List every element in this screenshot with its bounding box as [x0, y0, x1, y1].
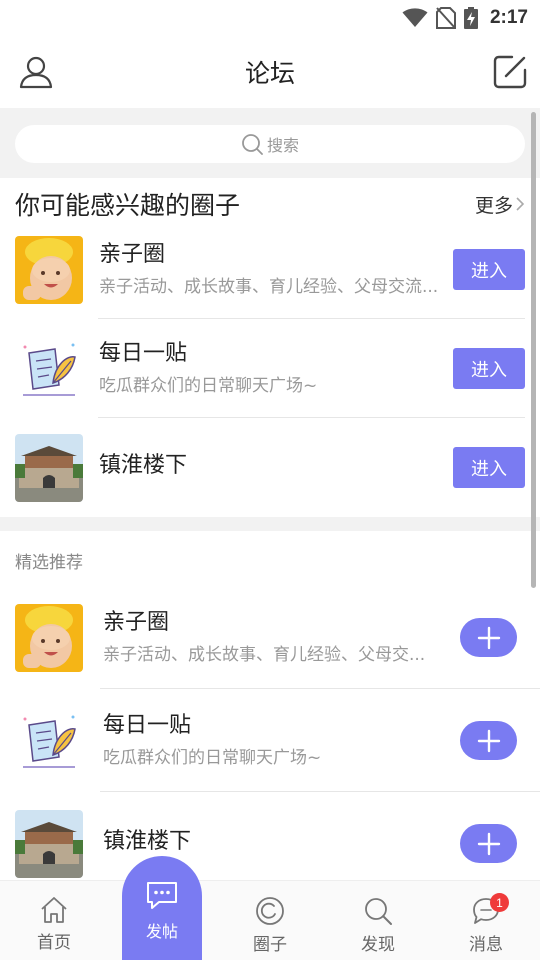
join-button[interactable]	[460, 721, 517, 760]
nav-messages[interactable]: 消息 1	[432, 881, 540, 960]
section-title: 你可能感兴趣的圈子	[15, 191, 241, 220]
scrollbar[interactable]	[531, 112, 536, 588]
scroll-feather-thumbnail	[15, 706, 83, 775]
circle-name: 每日一贴	[99, 340, 188, 366]
nav-circles[interactable]: 圈子	[216, 881, 324, 960]
more-label: 更多	[474, 194, 513, 217]
baby-thumbnail	[15, 603, 83, 672]
circle-info: 镇淮楼下	[99, 451, 449, 485]
circle-info: 镇淮楼下	[103, 827, 448, 861]
chevron-right-icon	[516, 197, 525, 211]
enter-button[interactable]: 进入	[453, 249, 525, 290]
join-button[interactable]	[460, 824, 517, 863]
nav-post-button[interactable]: 发帖	[122, 856, 202, 960]
user-icon	[19, 56, 53, 89]
nav-label: 消息	[469, 935, 503, 955]
nav-label: 发帖	[145, 922, 178, 941]
nav-home[interactable]: 首页	[0, 881, 108, 960]
circle-info: 亲子圈 亲子活动、成长故事、育儿经验、父母交流...	[99, 240, 449, 300]
circle-description: 亲子活动、成长故事、育儿经验、父母交流...	[99, 276, 439, 297]
status-time: 2:17	[489, 7, 528, 28]
status-bar: 2:17	[0, 0, 540, 36]
search-placeholder: 搜索	[266, 136, 299, 155]
circle-description: 亲子活动、成长故事、育儿经验、父母交...	[103, 644, 426, 665]
home-icon	[41, 897, 67, 923]
no-sim-icon	[435, 7, 456, 29]
tower-thumbnail	[15, 809, 83, 878]
search-input[interactable]: 搜索	[15, 125, 525, 163]
battery-charging-icon	[463, 7, 478, 29]
interest-circle-list: 亲子圈 亲子活动、成长故事、育儿经验、父母交流... 进入 每日一贴 吃瓜群众们	[0, 220, 540, 517]
bottom-nav: 首页 圈子 发现 消息 1	[0, 880, 540, 960]
featured-label: 精选推荐	[15, 553, 83, 573]
circle-name: 亲子圈	[103, 609, 170, 635]
enter-button[interactable]: 进入	[453, 348, 525, 389]
edit-icon	[493, 55, 527, 89]
page-title: 论坛	[244, 59, 295, 88]
section-divider	[0, 517, 540, 531]
list-item[interactable]: 亲子圈 亲子活动、成长故事、育儿经验、父母交...	[0, 586, 540, 689]
profile-button[interactable]	[18, 54, 54, 90]
list-item[interactable]: 每日一贴 吃瓜群众们的日常聊天广场~ 进入	[0, 319, 540, 418]
unread-badge: 1	[490, 893, 509, 912]
nav-label: 发现	[361, 935, 395, 955]
nav-discover[interactable]: 发现	[324, 881, 432, 960]
circle-info: 亲子圈 亲子活动、成长故事、育儿经验、父母交...	[103, 608, 448, 668]
wifi-icon	[402, 8, 428, 27]
nav-label: 圈子	[253, 935, 287, 955]
join-button[interactable]	[460, 618, 517, 657]
plus-icon	[477, 832, 500, 855]
circle-name: 亲子圈	[99, 241, 166, 267]
enter-button[interactable]: 进入	[453, 447, 525, 488]
plus-icon	[477, 626, 500, 649]
scroll-feather-thumbnail	[15, 334, 83, 403]
app-header: 论坛	[0, 36, 540, 108]
nav-label: 首页	[37, 933, 71, 953]
search-icon	[242, 134, 263, 155]
list-item[interactable]: 亲子圈 亲子活动、成长故事、育儿经验、父母交流... 进入	[0, 220, 540, 319]
circle-description: 吃瓜群众们的日常聊天广场~	[103, 747, 322, 768]
circles-icon	[256, 897, 284, 925]
featured-circle-list: 亲子圈 亲子活动、成长故事、育儿经验、父母交... 每日一贴 吃瓜群众们的日常聊…	[0, 586, 540, 895]
compose-button[interactable]	[492, 54, 528, 90]
list-item[interactable]: 镇淮楼下 进入	[0, 418, 540, 517]
list-item[interactable]: 每日一贴 吃瓜群众们的日常聊天广场~	[0, 689, 540, 792]
circle-name: 每日一贴	[103, 712, 192, 738]
more-link[interactable]: 更多	[475, 191, 525, 218]
tower-thumbnail	[15, 433, 83, 502]
circle-name: 镇淮楼下	[99, 452, 188, 478]
circle-description: 吃瓜群众们的日常聊天广场~	[99, 375, 318, 396]
plus-icon	[477, 729, 500, 752]
search-area: 搜索	[0, 108, 540, 178]
message-icon	[147, 882, 177, 909]
circle-info: 每日一贴 吃瓜群众们的日常聊天广场~	[103, 711, 448, 771]
circle-info: 每日一贴 吃瓜群众们的日常聊天广场~	[99, 339, 449, 399]
search-icon	[365, 898, 392, 925]
baby-thumbnail	[15, 235, 83, 304]
circle-name: 镇淮楼下	[103, 828, 192, 854]
